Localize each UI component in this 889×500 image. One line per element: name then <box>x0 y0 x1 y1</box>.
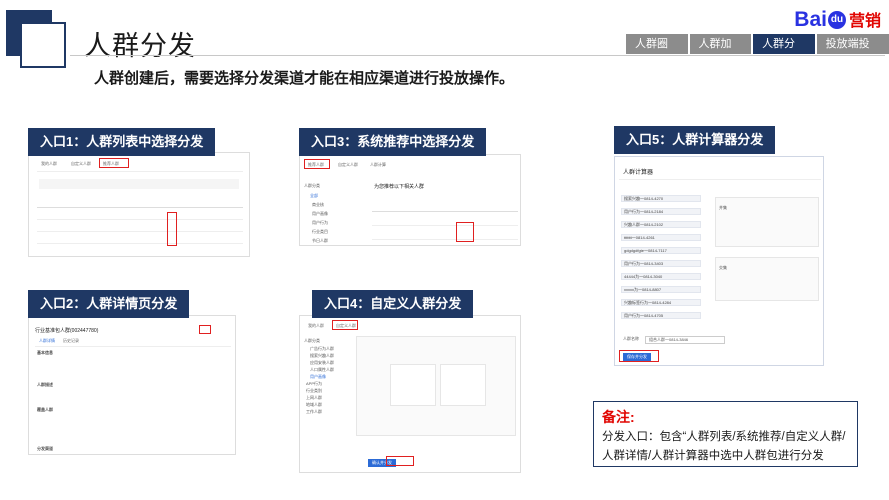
highlight-distribute-button <box>167 212 177 246</box>
custom-sidebar-item: 工作人群 <box>306 409 322 414</box>
rec-row <box>372 225 518 226</box>
calc-op-union: 并集 <box>719 205 727 210</box>
rec-sidebar-item: 节日人群 <box>312 238 328 243</box>
calc-list-item[interactable]: 兴趣标签行为一0814-4284 <box>621 299 701 306</box>
highlight-rec-tab <box>304 159 330 169</box>
section-nav-tabs: 人群圈选 人群加工 人群分发 投放端投放 <box>626 34 889 70</box>
paw-icon: du <box>827 11 846 30</box>
header-decor-square-outline <box>20 22 66 68</box>
custom-sidebar-item: 搜索兴趣人群 <box>310 353 334 358</box>
entry4-label: 入口4：自定义人群分发 <box>312 290 474 318</box>
entry1-label: 入口1：人群列表中选择分发 <box>28 128 216 156</box>
list-row <box>37 243 243 244</box>
custom-tag-box-left <box>390 364 436 406</box>
entry4-screenshot: 我的人群 自定义人群 人群分类 广告行为人群 搜索兴趣人群 应用安装人群 人口属… <box>299 315 521 473</box>
note-body: 分发入口：包含“人群列表/系统推荐/自定义人群/人群详情/人群计算器中选中人群包… <box>602 431 846 462</box>
calc-list-item[interactable]: 用户行为一0814-2184 <box>621 208 701 215</box>
custom-sidebar-item: 地域人群 <box>306 402 322 407</box>
calc-name-value: 组合人群一0814-3846 <box>645 336 725 344</box>
rec-row <box>372 239 518 240</box>
highlight-custom-submit <box>386 456 414 466</box>
detail-tab-info: 人群详情 <box>39 338 55 343</box>
entry2-label: 入口2：人群详情页分发 <box>28 290 190 318</box>
list-tab-custom: 自定义人群 <box>71 161 91 166</box>
custom-sidebar-title: 人群分类 <box>304 338 320 343</box>
rec-sidebar-item: 用户行为 <box>312 220 328 225</box>
page-subtitle: 人群创建后，需要选择分发渠道才能在相应渠道进行投放操作。 <box>94 70 515 87</box>
list-row <box>37 231 243 232</box>
calc-divider <box>619 179 821 180</box>
list-row <box>37 219 243 220</box>
highlight-rec-distribute <box>456 222 474 242</box>
highlight-calc-submit <box>619 350 659 362</box>
entry3-screenshot: 推荐人群 自定义人群 人群计算 人群分类 全部 商业核 用户画像 用户行为 行业… <box>299 154 521 246</box>
rec-sidebar-all: 全部 <box>310 193 318 198</box>
custom-sidebar-item: 应用安装人群 <box>310 360 334 365</box>
tab-crowd-select[interactable]: 人群圈选 <box>626 34 688 70</box>
entry2-screenshot: 行业基准包人群(002447780) 人群详情 历史记录 基本信息 人群描述 覆… <box>28 315 236 455</box>
custom-tab-my: 我的人群 <box>308 323 324 328</box>
rec-row <box>372 211 518 212</box>
calc-list-item[interactable]: xxxxx为一0814-8807 <box>621 286 701 293</box>
calc-group-2 <box>715 257 819 301</box>
custom-sidebar-item: 行业类别 <box>306 388 322 393</box>
detail-divider <box>35 346 231 347</box>
rec-sidebar-title: 人群分类 <box>304 183 320 188</box>
calc-title: 人群计算器 <box>623 170 654 176</box>
rec-sidebar-item: 用户画像 <box>312 211 328 216</box>
entry5-label: 入口5：人群计算器分发 <box>614 126 776 154</box>
custom-sidebar-item: 上网人群 <box>306 395 322 400</box>
calc-op-intersect: 交集 <box>719 265 727 270</box>
custom-tag-box-right <box>440 364 486 406</box>
detail-section-desc: 人群描述 <box>37 382 53 387</box>
note-title: 备注: <box>602 409 635 425</box>
tab-ad-delivery[interactable]: 投放端投放 <box>816 34 889 70</box>
calc-list-item[interactable]: 用户行为一0814-4705 <box>621 312 701 319</box>
custom-sidebar-item: 用户画像 <box>310 374 326 379</box>
entry1-screenshot: 我的人群 自定义人群 推荐人群 <box>28 152 250 257</box>
detail-section-cover: 覆盖人群 <box>37 407 53 412</box>
custom-form-panel <box>356 336 516 436</box>
detail-title: 行业基准包人群(002447780) <box>35 328 99 334</box>
rec-sidebar-item: 行业类目 <box>312 229 328 234</box>
calc-list-item[interactable]: 兴趣人群一0814-2102 <box>621 221 701 228</box>
list-desc <box>39 179 239 189</box>
custom-sidebar-item: 广告行为人群 <box>310 346 334 351</box>
tab-crowd-process[interactable]: 人群加工 <box>689 34 752 70</box>
calc-list-item[interactable]: gdgdgdfgte一0814-7117 <box>621 247 701 254</box>
entry5-screenshot: 人群计算器 搜索兴趣一0814-4270 用户行为一0814-2184 兴趣人群一0… <box>614 156 824 366</box>
detail-section-channel: 分发渠道 <box>37 446 53 451</box>
entry3-label: 入口3：系统推荐中选择分发 <box>299 128 487 156</box>
rec-sidebar-item: 商业核 <box>312 202 324 207</box>
baidu-marketing-logo: Bai du 营销 <box>794 7 881 32</box>
calc-list-item[interactable]: 搜索兴趣一0814-4270 <box>621 195 701 202</box>
rec-tab-custom: 自定义人群 <box>338 162 358 167</box>
detail-tab-history: 历史记录 <box>63 338 79 343</box>
highlight-custom-tab <box>332 320 358 330</box>
logo-text: Bai <box>794 8 827 31</box>
tab-crowd-distribute[interactable]: 人群分发 <box>753 34 815 70</box>
logo-cn-text: 营销 <box>848 13 881 30</box>
custom-sidebar-item: APP行为 <box>306 381 323 386</box>
note-box: 备注: 分发入口：包含“人群列表/系统推荐/自定义人群/人群详情/人群计算器中选… <box>593 401 858 467</box>
calc-list-item[interactable]: ttttttt一0814-4261 <box>621 234 701 241</box>
calc-list-item[interactable]: 44444为一0814-3040 <box>621 273 701 280</box>
calc-group-1 <box>715 197 819 247</box>
highlight-detail-distribute <box>199 325 211 334</box>
list-tab-my: 我的人群 <box>41 161 57 166</box>
highlight-recommend-tab <box>99 158 129 168</box>
calc-name-label: 人群名称 <box>623 336 639 341</box>
custom-sidebar-item: 人口属性人群 <box>310 367 334 372</box>
list-row <box>37 207 243 208</box>
page-title: 人群分发 <box>84 31 196 61</box>
detail-section-basic: 基本信息 <box>37 350 53 355</box>
rec-tab-calc: 人群计算 <box>370 162 386 167</box>
rec-header: 为您推荐以下相关人群 <box>374 184 425 190</box>
calc-list-item[interactable]: 用户行为一0814-3403 <box>621 260 701 267</box>
list-divider <box>37 171 243 172</box>
